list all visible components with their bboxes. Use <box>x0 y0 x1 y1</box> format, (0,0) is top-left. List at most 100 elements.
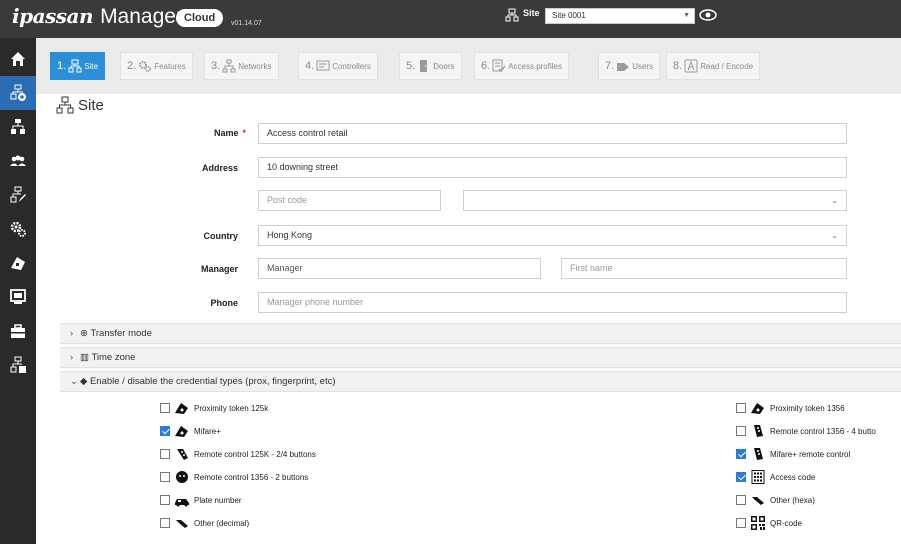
tab-label: Site <box>84 61 98 71</box>
page-title-text: Site <box>78 96 104 114</box>
tab-controllers[interactable]: 4. Controllers <box>298 52 378 80</box>
checkbox[interactable] <box>736 472 746 482</box>
credential-label: Proximity token 125k <box>194 403 269 413</box>
credential-option[interactable]: Mifare+ <box>160 424 221 438</box>
credential-option[interactable]: Remote control 125K - 2/4 buttons <box>160 447 316 461</box>
access-card-icon[interactable] <box>0 246 36 280</box>
accordion-label: Time zone <box>91 352 136 363</box>
credential-option[interactable]: Mifare+ remote control <box>736 447 850 461</box>
card-icon <box>684 59 698 73</box>
users-icon[interactable] <box>0 144 36 178</box>
checkbox[interactable] <box>160 472 170 482</box>
checkbox[interactable] <box>736 426 746 436</box>
country-select[interactable]: Hong Kong ⌄ <box>258 225 847 246</box>
chevron-right-icon: › <box>70 352 74 363</box>
time-zone-accordion[interactable]: › ▥ Time zone <box>60 347 901 368</box>
manager-label: Manager <box>200 264 238 274</box>
accordion-label: Enable / disable the credential types (p… <box>89 376 336 387</box>
tab-label: Doors <box>433 61 455 71</box>
chevron-down-icon: ⌄ <box>831 196 838 205</box>
car-icon <box>175 499 189 507</box>
chevron-right-icon: › <box>70 328 74 339</box>
name-input[interactable]: Access control retail <box>258 123 847 144</box>
manager-input[interactable]: Manager <box>258 258 541 279</box>
top-bar: ipassan Manager Cloud v01.14.07 Site Sit… <box>0 0 901 38</box>
credential-option[interactable]: QR-code <box>736 516 802 530</box>
remote-icon <box>177 449 188 460</box>
checkbox[interactable] <box>160 426 170 436</box>
eye-icon[interactable] <box>699 8 717 22</box>
credential-label: Plate number <box>194 495 242 505</box>
sites-icon[interactable] <box>0 110 36 144</box>
credential-option[interactable]: Access code <box>736 470 815 484</box>
site-admin-icon[interactable] <box>0 348 36 382</box>
credential-label: Other (hexa) <box>770 495 815 505</box>
checkbox[interactable] <box>736 403 746 413</box>
checkbox[interactable] <box>736 495 746 505</box>
tab-label: Users <box>632 61 654 71</box>
tab-access-profiles[interactable]: 6. Access profiles <box>474 52 569 80</box>
tab-users[interactable]: 7. Users <box>598 52 661 80</box>
version-label: v01.14.07 <box>231 20 262 27</box>
add-site-icon[interactable] <box>0 76 36 110</box>
token-icon <box>175 426 188 437</box>
phone-label: Phone <box>210 298 238 308</box>
credential-option[interactable]: Remote control 1356 - 2 buttons <box>160 470 308 484</box>
transfer-mode-accordion[interactable]: › ⊕ Transfer mode <box>60 323 901 344</box>
address-label: Address <box>201 163 238 173</box>
remote-icon <box>176 471 188 483</box>
credential-option[interactable]: Proximity token 1356 <box>736 401 845 415</box>
country-select-value: Hong Kong <box>267 230 313 240</box>
name-label-text: Name <box>213 128 239 138</box>
checkbox[interactable] <box>736 449 746 459</box>
first-name-input[interactable]: First name <box>561 258 847 279</box>
toolbox-icon[interactable] <box>0 314 36 348</box>
checkbox[interactable] <box>160 403 170 413</box>
credential-label: Other (decimal) <box>194 518 250 528</box>
home-icon[interactable] <box>0 42 36 76</box>
credential-option[interactable]: Plate number <box>160 493 242 507</box>
access-profile-icon <box>492 59 506 73</box>
city-select[interactable]: ⌄ <box>463 190 847 211</box>
brand-logo: ipassan Manager <box>12 4 183 29</box>
postcode-input[interactable]: Post code <box>258 190 441 211</box>
tab-label: Controllers <box>332 61 371 71</box>
credential-label: Proximity token 1356 <box>770 403 845 413</box>
site-icon <box>68 59 82 73</box>
features-icon[interactable] <box>0 212 36 246</box>
wizard-tabs: 1. Site 2. Features 3. Networks 4. Contr… <box>36 38 901 94</box>
tab-number: 1. <box>57 60 67 72</box>
page-title: Site <box>56 96 104 114</box>
credential-icon: ◆ <box>80 376 90 387</box>
tab-features[interactable]: 2. Features <box>120 52 193 80</box>
transfer-icon: ⊕ <box>80 328 91 339</box>
chevron-down-icon: ⌄ <box>831 231 838 240</box>
credential-option[interactable]: Other (decimal) <box>160 516 249 530</box>
site-icon <box>56 96 74 114</box>
checkbox[interactable] <box>160 495 170 505</box>
credential-option[interactable]: Other (hexa) <box>736 493 815 507</box>
address-input[interactable]: 10 downing street <box>258 157 847 178</box>
country-label: Country <box>203 231 239 241</box>
tab-read-encode[interactable]: 8. Read / Encode <box>666 52 761 80</box>
credential-option[interactable]: Remote control 1356 - 4 butto <box>736 424 876 438</box>
credential-label: Access code <box>770 472 816 482</box>
phone-input[interactable]: Manager phone number <box>258 292 847 313</box>
credential-option[interactable]: Proximity token 125k <box>160 401 268 415</box>
credentials-accordion[interactable]: ⌄ ◆ Enable / disable the credential types… <box>60 371 901 392</box>
tab-doors[interactable]: 5. Doors <box>399 52 462 80</box>
credential-label: Remote control 125K - 2/4 buttons <box>194 449 316 459</box>
required-marker: * <box>242 128 246 138</box>
gears-icon <box>139 61 152 73</box>
credential-label: Mifare+ remote control <box>770 449 851 459</box>
checkbox[interactable] <box>736 518 746 528</box>
brand-ip: ipassan <box>12 4 94 28</box>
tab-site[interactable]: 1. Site <box>50 52 105 80</box>
monitor-icon[interactable] <box>0 280 36 314</box>
tab-networks[interactable]: 3. Networks <box>204 52 279 80</box>
edit-site-icon[interactable] <box>0 178 36 212</box>
users-icon <box>617 63 630 71</box>
checkbox[interactable] <box>160 518 170 528</box>
site-selector[interactable]: Site 0001 ▼ <box>545 8 695 24</box>
checkbox[interactable] <box>160 449 170 459</box>
